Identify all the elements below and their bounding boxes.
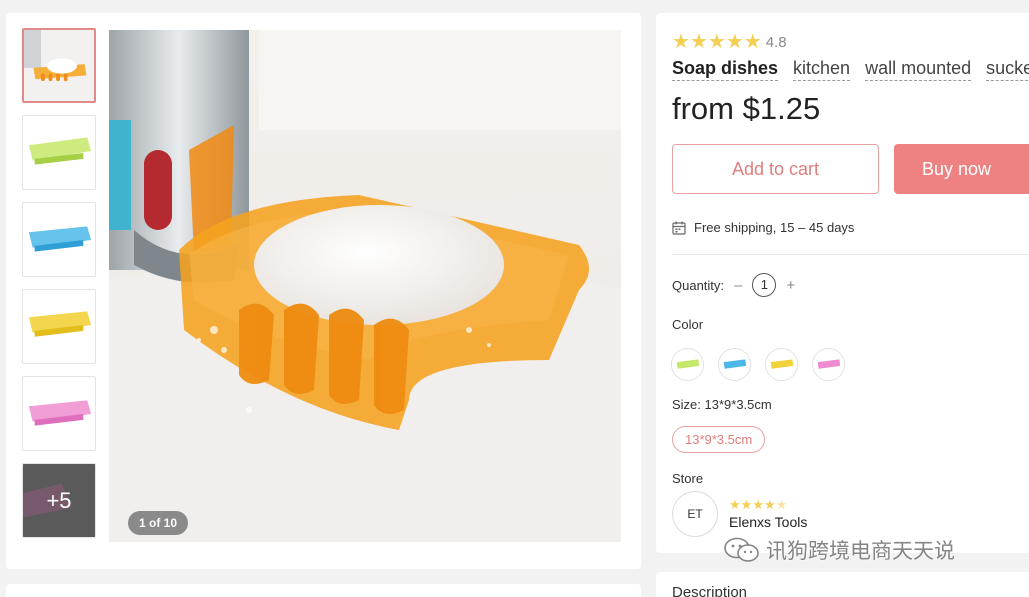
color-swatch-blue[interactable] [718, 348, 751, 381]
buy-now-label: Buy now [922, 159, 992, 179]
star-icon: ★ [740, 497, 753, 512]
tag-link[interactable]: sucke [986, 58, 1029, 81]
thumbnail-image [23, 290, 95, 363]
swatch-image [813, 349, 844, 380]
buy-now-button[interactable]: Buy now [894, 144, 1029, 194]
thumbnail-pink[interactable] [22, 376, 96, 451]
add-to-cart-button[interactable]: Add to cart [672, 144, 879, 194]
quantity-decrease-button[interactable]: – [734, 277, 742, 294]
star-icon: ★ [763, 497, 776, 512]
thumbnail-strip: +5 [22, 28, 98, 550]
thumbnail-green[interactable] [22, 115, 96, 190]
swatch-image [719, 349, 750, 380]
quantity-stepper: Quantity: – 1 + [672, 273, 805, 297]
quantity-value[interactable]: 1 [752, 273, 777, 297]
rating-value: 4.8 [765, 33, 787, 51]
watermark: 讯狗跨境电商天天说 [724, 535, 955, 565]
color-label: Color [672, 317, 704, 332]
category-tags: Soap dishes kitchen wall mounted sucke [672, 58, 1029, 81]
product-info-panel: ★ ★ ★ ★ ★ 4.8 Soap dishes kitchen wall m… [656, 13, 1029, 553]
star-icon: ★ [752, 497, 764, 512]
star-icon: ★ [672, 31, 690, 53]
thumbnail-image [23, 116, 95, 189]
size-option[interactable]: 13*9*3.5cm [672, 426, 766, 453]
store-avatar[interactable]: ET [672, 491, 718, 537]
color-swatches [671, 348, 859, 381]
color-swatch-green[interactable] [671, 348, 704, 381]
star-icon: ★ [707, 31, 726, 53]
star-icon: ★ [743, 31, 762, 53]
thumbnail-image [24, 30, 94, 101]
calendar-icon [672, 221, 686, 235]
size-label: Size: 13*9*3.5cm [672, 397, 772, 412]
description-heading[interactable]: Description [672, 584, 747, 597]
store-rating: ★ ★ ★ ★ ★ [729, 498, 787, 511]
color-swatch-yellow[interactable] [765, 348, 798, 381]
tag-link[interactable]: kitchen [793, 58, 851, 81]
watermark-text: 讯狗跨境电商天天说 [766, 539, 955, 563]
image-counter: 1 of 10 [128, 511, 189, 535]
half-star-icon: ★ [775, 497, 788, 512]
shipping-info: Free shipping, 15 – 45 days [672, 220, 854, 235]
quantity-increase-button[interactable]: + [786, 277, 795, 294]
more-images-count: +5 [23, 464, 95, 537]
tag-link[interactable]: wall mounted [865, 58, 972, 81]
product-rating[interactable]: ★ ★ ★ ★ ★ 4.8 [672, 32, 787, 52]
description-panel: Description [656, 572, 1029, 597]
gallery-panel: +5 1 of 10 [6, 13, 641, 569]
lower-panel [6, 584, 641, 597]
thumbnail-orange[interactable] [22, 28, 96, 103]
swatch-image [672, 349, 703, 380]
shipping-text: Free shipping, 15 – 45 days [694, 220, 855, 235]
soap-dish-photo [109, 30, 621, 542]
divider [672, 254, 1029, 255]
thumbnail-yellow[interactable] [22, 289, 96, 364]
main-product-image[interactable] [109, 30, 621, 542]
quantity-label: Quantity: [672, 277, 725, 293]
wechat-icon [724, 537, 759, 562]
star-icon: ★ [689, 31, 708, 53]
swatch-image [766, 349, 797, 380]
color-swatch-pink[interactable] [812, 348, 845, 381]
store-label: Store [672, 471, 704, 486]
star-icon: ★ [725, 31, 744, 53]
thumbnail-image [23, 203, 95, 276]
thumbnail-more[interactable]: +5 [22, 463, 96, 538]
star-icon: ★ [729, 497, 741, 512]
tag-link[interactable]: Soap dishes [672, 58, 779, 81]
product-price: from $1.25 [672, 91, 821, 126]
thumbnail-blue[interactable] [22, 202, 96, 277]
thumbnail-image [23, 377, 95, 450]
store-name[interactable]: Elenxs Tools [729, 514, 807, 530]
